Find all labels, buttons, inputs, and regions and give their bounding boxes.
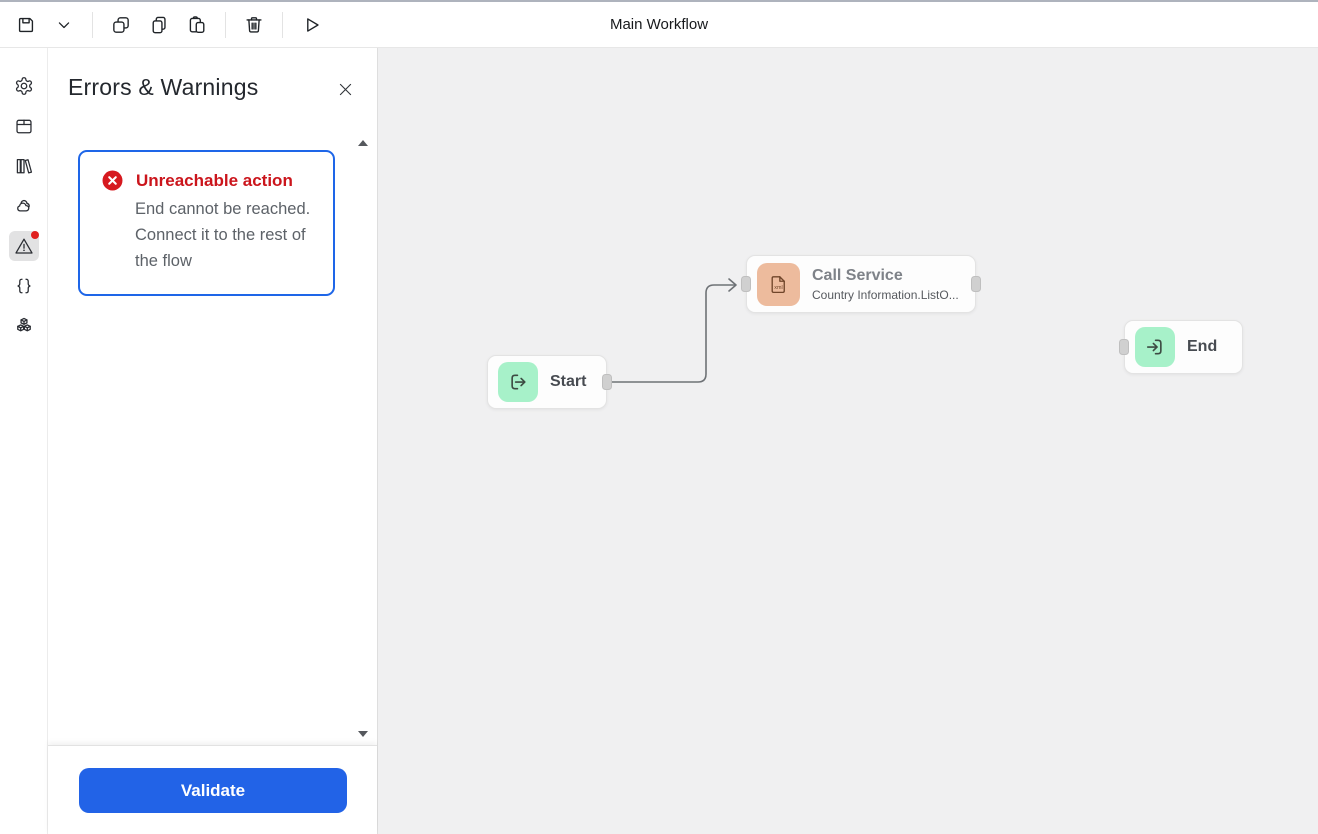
save-button[interactable] [8, 7, 44, 43]
clouds-icon [16, 199, 30, 212]
paste-button[interactable] [179, 7, 215, 43]
library-books-icon [16, 158, 32, 174]
delete-button[interactable] [236, 7, 272, 43]
play-icon [307, 17, 319, 32]
sidebar-item-cloud[interactable] [9, 191, 39, 221]
port-start-output[interactable] [602, 374, 612, 390]
end-arrow-icon [1135, 327, 1175, 367]
error-card-header: Unreachable action [102, 170, 321, 191]
paste-icon [189, 15, 205, 33]
copy-icon [152, 16, 166, 33]
toolbar-divider [92, 11, 93, 38]
error-circle-icon [102, 170, 123, 191]
sidebar-item-modules[interactable] [9, 311, 39, 341]
port-call-service-input[interactable] [741, 276, 751, 292]
sidebar-item-settings[interactable] [9, 71, 39, 101]
save-options-dropdown-button[interactable] [46, 7, 82, 43]
workflow-canvas[interactable]: Start xml Call Service Country Informati… [378, 48, 1318, 834]
start-arrow-icon [498, 362, 538, 402]
workflow-editor-window: Main Workflow Errors & Warnings Unreacha… [0, 0, 1318, 834]
scroll-down-arrow[interactable] [358, 731, 368, 737]
node-call-service[interactable]: xml Call Service Country Information.Lis… [746, 255, 976, 313]
port-end-input[interactable] [1119, 339, 1129, 355]
curly-braces-icon [16, 278, 31, 294]
package-box-icon [15, 119, 32, 134]
node-end[interactable]: End [1124, 320, 1243, 374]
scroll-up-arrow[interactable] [358, 140, 368, 146]
close-panel-button[interactable] [333, 77, 357, 101]
panel-title: Errors & Warnings [68, 74, 259, 100]
xml-document-icon: xml [757, 262, 800, 306]
sidebar-item-packages[interactable] [9, 111, 39, 141]
node-call-service-text: Call Service Country Information.ListO..… [812, 267, 959, 302]
toolbar [0, 7, 329, 43]
node-start[interactable]: Start [487, 355, 607, 409]
panel-header: Errors & Warnings [48, 48, 377, 101]
sidebar-item-library[interactable] [9, 151, 39, 181]
edge-start-to-call-service [612, 278, 737, 383]
toolbar-divider [225, 11, 226, 38]
sidebar-item-code[interactable] [9, 271, 39, 301]
toolbar-divider [282, 11, 283, 38]
port-call-service-output[interactable] [971, 276, 981, 292]
icon-rail [0, 48, 48, 834]
topbar: Main Workflow [0, 2, 1318, 48]
duplicate-icon [113, 16, 129, 33]
xml-badge-text: xml [774, 285, 782, 291]
gear-icon [15, 77, 32, 95]
save-icon [18, 17, 34, 32]
errors-warnings-panel: Errors & Warnings Unreachable action End… [48, 48, 378, 834]
node-start-label: Start [550, 373, 587, 390]
error-message: End cannot be reached. Connect it to the… [135, 200, 311, 270]
copy-button[interactable] [141, 7, 177, 43]
warning-triangle-icon [14, 238, 33, 254]
node-call-service-label: Call Service [812, 266, 903, 284]
run-button[interactable] [293, 7, 329, 43]
error-card[interactable]: Unreachable action End cannot be reached… [78, 150, 335, 296]
error-badge-dot [30, 231, 39, 239]
error-title: Unreachable action [136, 170, 293, 190]
sidebar-item-errors-warnings[interactable] [8, 231, 39, 261]
trash-icon [246, 16, 262, 33]
chevron-down-icon [58, 21, 70, 28]
cubes-icon [16, 317, 31, 332]
duplicate-button[interactable] [103, 7, 139, 43]
validate-button[interactable]: Validate [79, 768, 347, 813]
panel-footer: Validate [48, 745, 377, 834]
node-end-label: End [1187, 338, 1218, 355]
node-call-service-subtitle: Country Information.ListO... [812, 287, 959, 302]
close-icon [339, 83, 351, 95]
